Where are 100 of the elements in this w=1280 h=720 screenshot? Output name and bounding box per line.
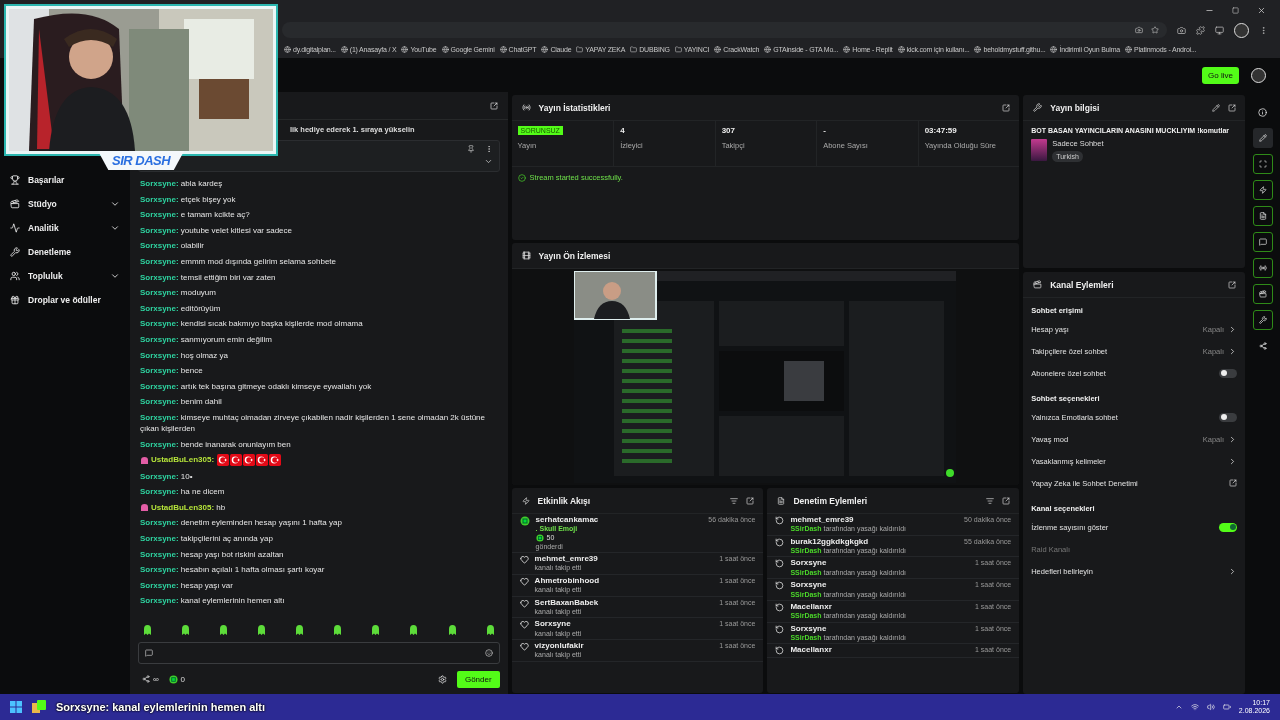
coin-count: 0 xyxy=(168,674,186,684)
star-icon[interactable] xyxy=(1151,26,1159,34)
coin-icon xyxy=(535,533,544,542)
emote-icon[interactable] xyxy=(446,624,458,636)
chat-input[interactable] xyxy=(137,642,500,664)
rail-button[interactable] xyxy=(1252,284,1273,304)
undo-icon xyxy=(775,581,785,591)
filter-icon[interactable] xyxy=(986,496,995,505)
wifi-icon[interactable] xyxy=(1190,703,1199,711)
camera-icon[interactable] xyxy=(1135,26,1143,34)
go-live-button[interactable]: Go live xyxy=(1202,66,1239,84)
stat-value: 03:47:59 xyxy=(924,126,958,135)
settings-icon[interactable] xyxy=(437,674,447,684)
rail-button[interactable] xyxy=(1252,310,1273,330)
popout-icon[interactable] xyxy=(746,496,755,505)
emote-icon[interactable] xyxy=(141,624,153,636)
external-link-icon[interactable] xyxy=(1229,479,1238,487)
camera-icon[interactable] xyxy=(1177,25,1186,35)
emote-icon[interactable] xyxy=(332,624,344,636)
globe-icon xyxy=(974,45,982,53)
chat-message: Sorxsyne: etçek bişey yok xyxy=(139,193,237,205)
maximize-icon[interactable] xyxy=(1232,6,1239,14)
popout-icon[interactable] xyxy=(1228,280,1237,289)
gift-icon xyxy=(10,295,20,305)
film-icon xyxy=(10,199,20,209)
toggle-switch[interactable] xyxy=(1219,522,1238,532)
app-icon[interactable] xyxy=(32,700,46,714)
undo-icon xyxy=(775,646,785,656)
close-icon[interactable] xyxy=(1257,5,1266,15)
emote-icon[interactable] xyxy=(370,624,382,636)
folder-icon xyxy=(576,45,584,53)
rail-button[interactable] xyxy=(1252,232,1273,252)
sidebar-item[interactable]: Topluluk xyxy=(10,264,120,288)
sidebar-item[interactable]: Analitik xyxy=(10,216,120,240)
chevron-down-icon[interactable] xyxy=(483,157,493,166)
category-thumbnail xyxy=(1031,139,1048,161)
popout-icon[interactable] xyxy=(1228,103,1237,112)
event-user: Sorxsyne xyxy=(534,620,572,629)
moderated-user: Macellanxr xyxy=(790,646,833,655)
rail-button[interactable] xyxy=(1252,206,1273,226)
edit-button[interactable] xyxy=(1252,128,1273,148)
chat-message: Sorxsyne: youtube velet kitlesi var sadece xyxy=(139,224,293,236)
undo-icon xyxy=(775,537,785,547)
emote-icon[interactable] xyxy=(294,624,306,636)
wrench-icon xyxy=(1258,316,1267,324)
panel-title: Yayın bilgisi xyxy=(1050,102,1101,113)
popout-icon[interactable] xyxy=(1002,103,1011,112)
emote-icon[interactable] xyxy=(180,624,191,636)
emote-icon[interactable] xyxy=(256,624,268,636)
sidebar-item[interactable]: Droplar ve ödüller xyxy=(10,288,120,312)
globe-icon xyxy=(843,45,851,53)
globe-icon xyxy=(1050,45,1058,53)
rail-button[interactable] xyxy=(1252,180,1273,200)
edit-icon[interactable] xyxy=(1212,103,1221,112)
emote-icon[interactable] xyxy=(218,624,230,636)
user-avatar[interactable] xyxy=(1251,67,1266,83)
info-icon xyxy=(1258,107,1267,117)
send-button[interactable]: Gönder xyxy=(456,670,500,688)
badge-icon xyxy=(139,455,149,465)
emoji-icon[interactable] xyxy=(484,649,493,657)
channel-logo: SIR DASH xyxy=(98,151,185,170)
pin-icon[interactable] xyxy=(466,145,475,153)
battery-icon[interactable] xyxy=(1222,703,1231,711)
volume-icon[interactable] xyxy=(1206,703,1215,711)
popout-icon[interactable] xyxy=(489,101,498,110)
chevron-up-icon[interactable] xyxy=(1174,703,1183,711)
badge-icon xyxy=(139,503,149,513)
event-user: mehmet_emre39 xyxy=(534,555,599,564)
filter-icon[interactable] xyxy=(730,496,739,505)
rail-button[interactable] xyxy=(1252,258,1273,278)
moderated-user: Sorxsyne xyxy=(790,624,828,634)
document-icon xyxy=(777,496,786,505)
heart-icon xyxy=(519,620,529,630)
popout-icon[interactable] xyxy=(1002,496,1011,505)
rail-button[interactable] xyxy=(1252,154,1273,174)
globe-icon xyxy=(764,45,772,53)
sidebar-item[interactable]: Başarılar xyxy=(10,168,120,192)
extensions-icon[interactable] xyxy=(1196,25,1205,35)
sidebar-item[interactable]: Denetleme xyxy=(10,240,120,264)
undo-icon xyxy=(775,516,785,525)
profile-avatar[interactable] xyxy=(1234,22,1249,38)
share-icon xyxy=(1258,342,1267,350)
chat-message: Sorxsyne: abla kardeş xyxy=(139,178,224,189)
chat-message: Sorxsyne: denetim eyleminden hesap yaşını 1 hafta yap xyxy=(139,517,343,529)
globe-icon xyxy=(499,45,507,53)
bolt-icon xyxy=(521,496,530,505)
start-icon[interactable] xyxy=(10,701,22,713)
globe-icon xyxy=(541,45,549,53)
points-icon xyxy=(141,675,150,683)
emote-icon[interactable] xyxy=(484,624,496,636)
emote-icon[interactable] xyxy=(408,624,420,636)
chat-message: Sorxsyne: benim dahil xyxy=(139,396,223,408)
chat-message: Sorxsyne: e tamam kcikte aç? xyxy=(139,209,251,221)
sidebar-item[interactable]: Stüdyo xyxy=(10,192,120,216)
toggle-switch[interactable] xyxy=(1219,368,1238,378)
monitor-icon[interactable] xyxy=(1215,25,1224,35)
menu-icon[interactable] xyxy=(1259,25,1268,35)
toggle-switch[interactable] xyxy=(1219,412,1238,422)
edit-icon xyxy=(1258,134,1267,142)
globe-icon xyxy=(1125,45,1133,53)
